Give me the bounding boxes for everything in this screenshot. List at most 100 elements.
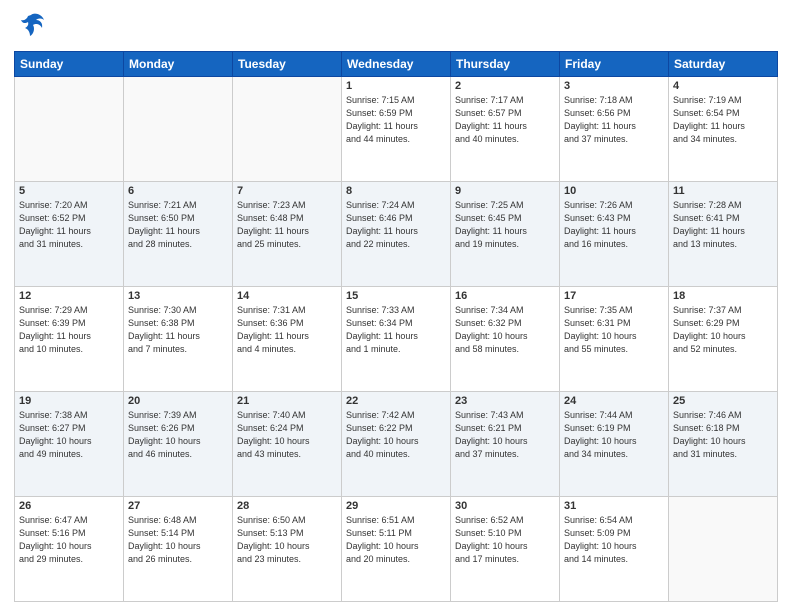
header [14, 10, 778, 47]
day-info: Sunrise: 6:51 AM Sunset: 5:11 PM Dayligh… [346, 514, 446, 566]
day-number: 15 [346, 290, 446, 302]
day-number: 16 [455, 290, 555, 302]
day-header-monday: Monday [124, 52, 233, 77]
day-info: Sunrise: 7:39 AM Sunset: 6:26 PM Dayligh… [128, 409, 228, 461]
calendar-cell: 9 Sunrise: 7:25 AM Sunset: 6:45 PM Daylig… [451, 182, 560, 287]
day-number: 23 [455, 395, 555, 407]
calendar-cell: 24 Sunrise: 7:44 AM Sunset: 6:19 PM Dayli… [560, 392, 669, 497]
day-number: 3 [564, 80, 664, 92]
day-number: 14 [237, 290, 337, 302]
day-number: 30 [455, 500, 555, 512]
day-info: Sunrise: 7:20 AM Sunset: 6:52 PM Dayligh… [19, 199, 119, 251]
calendar-cell: 22 Sunrise: 7:42 AM Sunset: 6:22 PM Dayli… [342, 392, 451, 497]
calendar-week-2: 5 Sunrise: 7:20 AM Sunset: 6:52 PM Daylig… [15, 182, 778, 287]
calendar-header-row: SundayMondayTuesdayWednesdayThursdayFrid… [15, 52, 778, 77]
calendar-cell: 11 Sunrise: 7:28 AM Sunset: 6:41 PM Dayli… [669, 182, 778, 287]
calendar-cell: 2 Sunrise: 7:17 AM Sunset: 6:57 PM Daylig… [451, 77, 560, 182]
day-number: 25 [673, 395, 773, 407]
day-number: 22 [346, 395, 446, 407]
day-header-tuesday: Tuesday [233, 52, 342, 77]
calendar-cell: 25Sunrise: 7:46 AM Sunset: 6:18 PM Dayli… [669, 392, 778, 497]
day-info: Sunrise: 7:17 AM Sunset: 6:57 PM Dayligh… [455, 94, 555, 146]
calendar-week-3: 12 Sunrise: 7:29 AM Sunset: 6:39 PM Dayli… [15, 287, 778, 392]
day-info: Sunrise: 7:35 AM Sunset: 6:31 PM Dayligh… [564, 304, 664, 356]
calendar-cell: 8 Sunrise: 7:24 AM Sunset: 6:46 PM Daylig… [342, 182, 451, 287]
day-header-saturday: Saturday [669, 52, 778, 77]
day-info: Sunrise: 7:30 AM Sunset: 6:38 PM Dayligh… [128, 304, 228, 356]
calendar-cell: 5 Sunrise: 7:20 AM Sunset: 6:52 PM Daylig… [15, 182, 124, 287]
calendar-cell: 1Sunrise: 7:15 AM Sunset: 6:59 PM Daylig… [342, 77, 451, 182]
calendar-week-1: 1Sunrise: 7:15 AM Sunset: 6:59 PM Daylig… [15, 77, 778, 182]
day-number: 6 [128, 185, 228, 197]
day-number: 21 [237, 395, 337, 407]
day-info: Sunrise: 6:54 AM Sunset: 5:09 PM Dayligh… [564, 514, 664, 566]
day-number: 10 [564, 185, 664, 197]
calendar-cell: 6 Sunrise: 7:21 AM Sunset: 6:50 PM Daylig… [124, 182, 233, 287]
calendar-cell: 14Sunrise: 7:31 AM Sunset: 6:36 PM Dayli… [233, 287, 342, 392]
calendar-cell [669, 497, 778, 602]
day-number: 18 [673, 290, 773, 302]
day-info: Sunrise: 7:19 AM Sunset: 6:54 PM Dayligh… [673, 94, 773, 146]
day-info: Sunrise: 7:44 AM Sunset: 6:19 PM Dayligh… [564, 409, 664, 461]
calendar-cell: 30 Sunrise: 6:52 AM Sunset: 5:10 PM Dayli… [451, 497, 560, 602]
calendar-week-4: 19Sunrise: 7:38 AM Sunset: 6:27 PM Dayli… [15, 392, 778, 497]
calendar-cell: 16 Sunrise: 7:34 AM Sunset: 6:32 PM Dayli… [451, 287, 560, 392]
day-info: Sunrise: 7:29 AM Sunset: 6:39 PM Dayligh… [19, 304, 119, 356]
day-number: 7 [237, 185, 337, 197]
day-info: Sunrise: 7:42 AM Sunset: 6:22 PM Dayligh… [346, 409, 446, 461]
day-number: 31 [564, 500, 664, 512]
day-header-thursday: Thursday [451, 52, 560, 77]
page: SundayMondayTuesdayWednesdayThursdayFrid… [0, 0, 792, 612]
day-number: 12 [19, 290, 119, 302]
calendar-cell: 31 Sunrise: 6:54 AM Sunset: 5:09 PM Dayli… [560, 497, 669, 602]
calendar-week-5: 26Sunrise: 6:47 AM Sunset: 5:16 PM Dayli… [15, 497, 778, 602]
day-info: Sunrise: 7:43 AM Sunset: 6:21 PM Dayligh… [455, 409, 555, 461]
calendar-cell: 21Sunrise: 7:40 AM Sunset: 6:24 PM Dayli… [233, 392, 342, 497]
day-info: Sunrise: 7:34 AM Sunset: 6:32 PM Dayligh… [455, 304, 555, 356]
calendar-cell: 13 Sunrise: 7:30 AM Sunset: 6:38 PM Dayli… [124, 287, 233, 392]
calendar-cell: 20 Sunrise: 7:39 AM Sunset: 6:26 PM Dayli… [124, 392, 233, 497]
day-number: 29 [346, 500, 446, 512]
day-info: Sunrise: 7:18 AM Sunset: 6:56 PM Dayligh… [564, 94, 664, 146]
day-number: 9 [455, 185, 555, 197]
day-header-sunday: Sunday [15, 52, 124, 77]
day-info: Sunrise: 7:28 AM Sunset: 6:41 PM Dayligh… [673, 199, 773, 251]
day-number: 27 [128, 500, 228, 512]
day-number: 19 [19, 395, 119, 407]
day-info: Sunrise: 7:25 AM Sunset: 6:45 PM Dayligh… [455, 199, 555, 251]
calendar-cell: 27 Sunrise: 6:48 AM Sunset: 5:14 PM Dayli… [124, 497, 233, 602]
calendar-cell: 17Sunrise: 7:35 AM Sunset: 6:31 PM Dayli… [560, 287, 669, 392]
calendar-cell: 15Sunrise: 7:33 AM Sunset: 6:34 PM Dayli… [342, 287, 451, 392]
day-number: 11 [673, 185, 773, 197]
calendar-cell [124, 77, 233, 182]
calendar-cell: 3 Sunrise: 7:18 AM Sunset: 6:56 PM Daylig… [560, 77, 669, 182]
calendar-cell [233, 77, 342, 182]
calendar-cell: 26Sunrise: 6:47 AM Sunset: 5:16 PM Dayli… [15, 497, 124, 602]
day-number: 8 [346, 185, 446, 197]
calendar-cell: 19Sunrise: 7:38 AM Sunset: 6:27 PM Dayli… [15, 392, 124, 497]
day-number: 24 [564, 395, 664, 407]
day-number: 4 [673, 80, 773, 92]
calendar-cell [15, 77, 124, 182]
day-info: Sunrise: 7:24 AM Sunset: 6:46 PM Dayligh… [346, 199, 446, 251]
day-info: Sunrise: 6:52 AM Sunset: 5:10 PM Dayligh… [455, 514, 555, 566]
day-number: 20 [128, 395, 228, 407]
calendar-cell: 7 Sunrise: 7:23 AM Sunset: 6:48 PM Daylig… [233, 182, 342, 287]
logo-bird-icon [16, 10, 46, 47]
calendar-cell: 18 Sunrise: 7:37 AM Sunset: 6:29 PM Dayli… [669, 287, 778, 392]
day-info: Sunrise: 7:26 AM Sunset: 6:43 PM Dayligh… [564, 199, 664, 251]
day-info: Sunrise: 6:47 AM Sunset: 5:16 PM Dayligh… [19, 514, 119, 566]
calendar-table: SundayMondayTuesdayWednesdayThursdayFrid… [14, 51, 778, 602]
day-number: 2 [455, 80, 555, 92]
day-number: 28 [237, 500, 337, 512]
calendar-cell: 28Sunrise: 6:50 AM Sunset: 5:13 PM Dayli… [233, 497, 342, 602]
day-number: 13 [128, 290, 228, 302]
day-number: 5 [19, 185, 119, 197]
day-header-wednesday: Wednesday [342, 52, 451, 77]
day-info: Sunrise: 6:48 AM Sunset: 5:14 PM Dayligh… [128, 514, 228, 566]
day-info: Sunrise: 7:21 AM Sunset: 6:50 PM Dayligh… [128, 199, 228, 251]
calendar-cell: 10 Sunrise: 7:26 AM Sunset: 6:43 PM Dayli… [560, 182, 669, 287]
day-info: Sunrise: 7:37 AM Sunset: 6:29 PM Dayligh… [673, 304, 773, 356]
day-info: Sunrise: 7:15 AM Sunset: 6:59 PM Dayligh… [346, 94, 446, 146]
day-info: Sunrise: 7:23 AM Sunset: 6:48 PM Dayligh… [237, 199, 337, 251]
